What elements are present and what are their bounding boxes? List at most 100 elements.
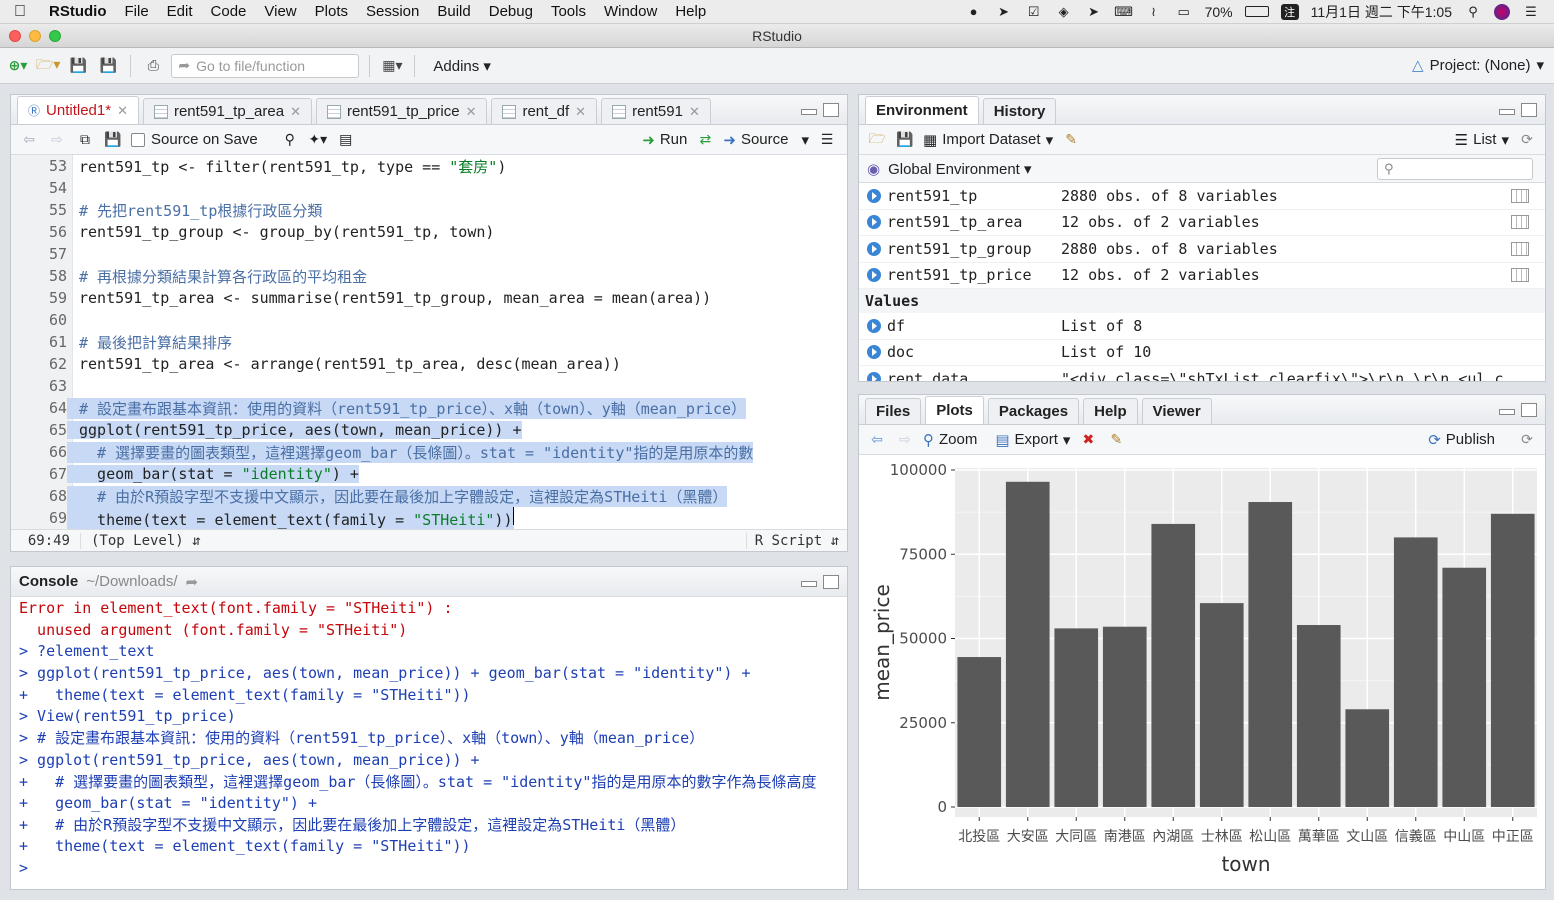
evernote-icon[interactable]: ◈ xyxy=(1055,4,1073,20)
menu-view[interactable]: View xyxy=(255,3,305,20)
menu-build[interactable]: Build xyxy=(428,3,479,20)
checkbox-status-icon[interactable]: ☑ xyxy=(1025,4,1043,20)
save-workspace-icon[interactable]: 💾 xyxy=(895,130,915,150)
go-to-file-function-input[interactable]: ➦ Go to file/function xyxy=(171,53,360,78)
refresh-icon[interactable]: ⟳ xyxy=(1517,430,1537,450)
close-icon[interactable]: ✕ xyxy=(117,103,128,119)
code-line[interactable]: 56 rent591_tp_group <- group_by(rent591_t… xyxy=(11,221,847,243)
location-icon[interactable]: ➤ xyxy=(995,4,1013,20)
save-icon[interactable]: 💾 xyxy=(66,54,90,78)
expand-arrow-icon[interactable] xyxy=(867,318,881,333)
code-tools-wand-icon[interactable]: ✦▾ xyxy=(308,130,328,150)
tab-environment[interactable]: Environment xyxy=(865,96,979,124)
menu-file[interactable]: File xyxy=(116,3,158,20)
tab-help[interactable]: Help xyxy=(1083,398,1138,424)
maximize-pane-button[interactable] xyxy=(823,575,839,589)
next-plot-icon[interactable]: ⇨ xyxy=(895,430,915,450)
close-icon[interactable]: ✕ xyxy=(466,104,477,120)
expand-arrow-icon[interactable] xyxy=(867,215,881,230)
file-type-selector[interactable]: R Script ⇵ xyxy=(745,532,847,549)
source-on-save-checkbox[interactable]: Source on Save xyxy=(131,131,258,148)
tab-viewer[interactable]: Viewer xyxy=(1141,398,1212,424)
tab-rent-df[interactable]: rent_df ✕ xyxy=(491,98,598,124)
show-in-window-icon[interactable]: ⧉ xyxy=(75,130,95,150)
code-line[interactable]: 68 # 由於R預設字型不支援中文顯示，因此要在最後加上字體設定，這裡設定為ST… xyxy=(11,485,847,507)
minimize-window-button[interactable] xyxy=(29,30,41,42)
code-line[interactable]: 66 # 選擇要畫的圖表類型，這裡選擇geom_bar（長條圖）。stat = … xyxy=(11,441,847,463)
remove-plot-icon[interactable]: ✖ xyxy=(1078,430,1098,450)
scope-selector[interactable]: (Top Level) ⇵ xyxy=(81,533,201,549)
code-line[interactable]: 64 # 設定畫布跟基本資訊：使用的資料（rent591_tp_price）、x軸… xyxy=(11,397,847,419)
code-line[interactable]: 61 # 最後把計算結果排序 xyxy=(11,331,847,353)
go-to-directory-icon[interactable]: ➦ xyxy=(186,573,199,591)
zoom-button[interactable]: ⚲ Zoom xyxy=(923,431,977,449)
code-line[interactable]: 57 xyxy=(11,243,847,265)
expand-arrow-icon[interactable] xyxy=(867,268,881,283)
code-line[interactable]: 63 xyxy=(11,375,847,397)
tab-untitled1[interactable]: Ⓡ Untitled1* ✕ xyxy=(17,96,139,124)
code-line[interactable]: 58 # 再根據分類結果計算各行政區的平均租金 xyxy=(11,265,847,287)
open-project-icon[interactable]: 🗁▾ xyxy=(36,54,60,78)
global-environment-dropdown[interactable]: Global Environment ▾ xyxy=(888,160,1031,178)
chevron-down-icon[interactable]: ▾ xyxy=(801,131,809,149)
code-line[interactable]: 59 rent591_tp_area <- summarise(rent591_t… xyxy=(11,287,847,309)
compile-report-icon[interactable]: ▤ xyxy=(336,130,356,150)
menu-help[interactable]: Help xyxy=(666,3,715,20)
tab-rent591-tp-price[interactable]: rent591_tp_price ✕ xyxy=(315,98,488,124)
environment-row[interactable]: df List of 8 xyxy=(859,313,1545,340)
save-all-icon[interactable]: 💾 xyxy=(96,54,120,78)
tab-history[interactable]: History xyxy=(982,98,1057,124)
clock[interactable]: 11月1日 週二 下午1:05 xyxy=(1311,2,1452,22)
expand-arrow-icon[interactable] xyxy=(867,345,881,360)
code-line[interactable]: 69 theme(text = element_text(family = "S… xyxy=(11,507,847,529)
workspace-panes-icon[interactable]: ▦▾ xyxy=(380,54,404,78)
close-icon[interactable]: ✕ xyxy=(575,104,586,120)
environment-row[interactable]: rent591_tp_group 2880 obs. of 8 variables xyxy=(859,236,1545,263)
status-app-icon[interactable]: ● xyxy=(965,4,983,20)
code-line[interactable]: 55 # 先把rent591_tp根據行政區分類 xyxy=(11,199,847,221)
input-method-icon[interactable]: 注 xyxy=(1280,3,1299,20)
menu-app-name[interactable]: RStudio xyxy=(40,3,116,20)
export-button[interactable]: ▤ Export ▾ xyxy=(995,431,1070,449)
zoom-window-button[interactable] xyxy=(49,30,61,42)
list-view-dropdown[interactable]: ☰ List ▾ xyxy=(1455,131,1509,149)
keyboard-icon[interactable]: ⌨ xyxy=(1114,4,1133,20)
close-window-button[interactable] xyxy=(9,30,21,42)
close-icon[interactable]: ✕ xyxy=(290,104,301,120)
minimize-pane-button[interactable] xyxy=(1499,109,1515,115)
code-line[interactable]: 54 xyxy=(11,177,847,199)
project-menu[interactable]: △ Project: (None) ▾ xyxy=(1412,56,1544,75)
siri-icon[interactable] xyxy=(1494,3,1510,20)
refresh-icon[interactable]: ⟳ xyxy=(1517,130,1537,150)
menu-window[interactable]: Window xyxy=(595,3,666,20)
code-editor[interactable]: 53 rent591_tp <- filter(rent591_tp, type … xyxy=(11,155,847,551)
maximize-pane-button[interactable] xyxy=(823,103,839,117)
find-replace-icon[interactable]: ⚲ xyxy=(280,130,300,150)
tab-plots[interactable]: Plots xyxy=(925,396,984,424)
expand-arrow-icon[interactable] xyxy=(867,241,881,256)
environment-row[interactable]: doc List of 10 xyxy=(859,340,1545,366)
environment-row[interactable]: rent_data "<div class=\"shTxList clearfix… xyxy=(859,366,1545,381)
telegram-icon[interactable]: ➤ xyxy=(1085,4,1103,20)
close-icon[interactable]: ✕ xyxy=(689,104,700,120)
expand-arrow-icon[interactable] xyxy=(867,371,881,381)
import-dataset-button[interactable]: ▦ Import Dataset ▾ xyxy=(923,131,1053,149)
airplay-icon[interactable]: ▭ xyxy=(1175,4,1193,20)
menu-tools[interactable]: Tools xyxy=(542,3,595,20)
spotlight-search-icon[interactable]: ⚲ xyxy=(1464,4,1482,20)
tab-rent591[interactable]: rent591 ✕ xyxy=(601,98,711,124)
menu-session[interactable]: Session xyxy=(357,3,428,20)
run-button[interactable]: ➜ Run xyxy=(642,131,687,149)
notification-center-icon[interactable]: ☰ xyxy=(1522,4,1540,20)
new-file-icon[interactable]: ⊕▾ xyxy=(6,54,30,78)
apple-icon[interactable]:  xyxy=(0,3,40,21)
minimize-pane-button[interactable] xyxy=(1499,409,1515,415)
console-output[interactable]: Error in element_text(font.family = "STH… xyxy=(19,597,843,885)
print-icon[interactable]: ⎙ xyxy=(141,54,165,78)
maximize-pane-button[interactable] xyxy=(1521,103,1537,117)
environment-row[interactable]: rent591_tp 2880 obs. of 8 variables xyxy=(859,183,1545,210)
view-data-icon[interactable] xyxy=(1511,215,1529,230)
menu-edit[interactable]: Edit xyxy=(158,3,202,20)
save-icon[interactable]: 💾 xyxy=(103,130,123,150)
console-title[interactable]: Console xyxy=(19,573,78,590)
